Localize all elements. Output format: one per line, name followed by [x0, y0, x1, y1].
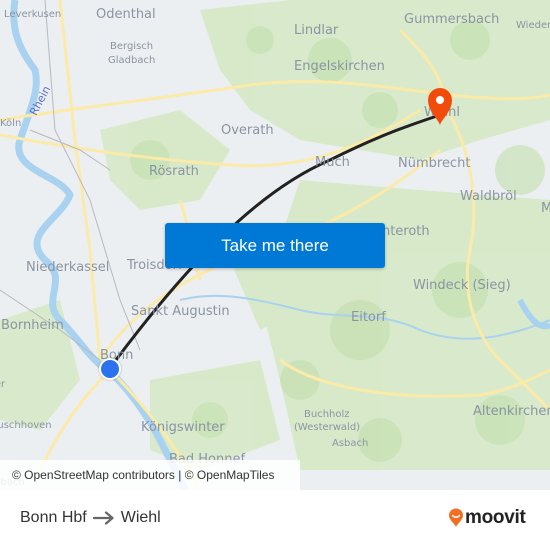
- destination-label: Wiehl: [120, 509, 161, 526]
- place-label: Niederkassel: [26, 260, 110, 275]
- moovit-pin-icon: [449, 508, 463, 527]
- place-label: Swisttal-Buschhoven: [0, 420, 52, 431]
- place-label: Königswinter: [141, 420, 225, 435]
- place-label: Bergisch: [110, 41, 154, 52]
- route-summary: Bonn Hbf Wiehl: [20, 509, 161, 527]
- place-label: Engelskirchen: [294, 59, 385, 74]
- take-me-there-button[interactable]: Take me there: [165, 223, 385, 268]
- place-label: Köln: [0, 118, 22, 129]
- brand-name: moovit: [465, 507, 526, 528]
- place-label: Wieder: [516, 20, 550, 31]
- place-label: Bornheim: [1, 318, 64, 333]
- place-label: Gummersbach: [404, 12, 500, 27]
- moovit-logo[interactable]: moovit: [448, 507, 526, 529]
- place-label: Lindlar: [294, 23, 339, 38]
- origin-label: Bonn Hbf: [20, 509, 87, 526]
- place-label: Rösrath: [149, 164, 199, 179]
- place-label: Waldbröl: [460, 189, 517, 204]
- map[interactable]: Leverkusen Odenthal Bergisch Gladbach Kö…: [0, 0, 550, 490]
- place-label: M: [541, 201, 550, 216]
- attribution-text[interactable]: © OpenStreetMap contributors | © OpenMap…: [12, 468, 274, 482]
- place-label: Sankt Augustin: [131, 304, 230, 319]
- origin-marker-icon[interactable]: [99, 358, 121, 380]
- place-label: Windeck (Sieg): [413, 278, 511, 293]
- place-label: Much: [315, 155, 350, 170]
- place-label: Buchholz: [304, 409, 350, 420]
- destination-pin-icon[interactable]: [425, 86, 455, 126]
- place-label: Altenkirchen: [473, 404, 550, 419]
- place-label: Eitorf: [351, 310, 386, 325]
- place-label: Overath: [221, 123, 274, 138]
- place-label: Alfter: [0, 379, 6, 390]
- place-label: Leverkusen: [4, 9, 62, 20]
- map-attribution[interactable]: © OpenStreetMap contributors | © OpenMap…: [0, 460, 300, 490]
- place-label: Gladbach: [108, 55, 156, 66]
- arrow-right-icon: [92, 511, 114, 525]
- place-label: (Westerwald): [294, 422, 361, 433]
- place-label: Odenthal: [96, 7, 156, 22]
- place-label: Asbach: [332, 438, 369, 449]
- place-label: Nümbrecht: [398, 156, 471, 171]
